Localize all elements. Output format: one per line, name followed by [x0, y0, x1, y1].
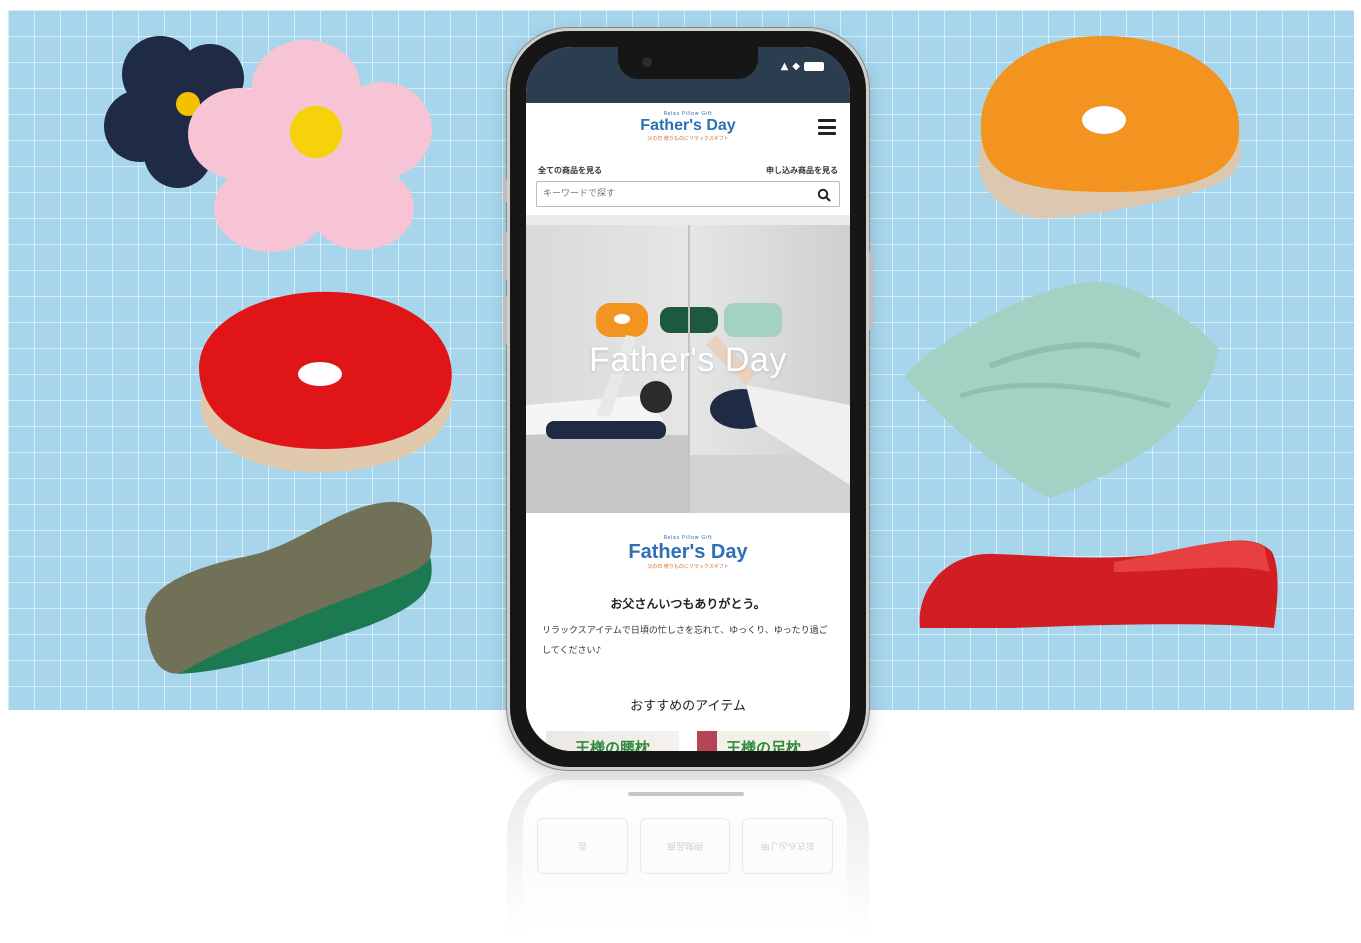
- reflection-button: 会: [537, 818, 628, 874]
- tagline: お父さんいつもありがとう。: [610, 597, 766, 611]
- section-logo-main-text: Father's Day: [628, 541, 748, 563]
- red-donut-pillow: [182, 284, 462, 480]
- search-input[interactable]: [543, 185, 793, 203]
- search-box: [536, 181, 840, 207]
- site-logo[interactable]: Relax Pillow Gift Father's Day 父の日 贈りものに…: [526, 111, 850, 142]
- front-camera: [642, 57, 652, 67]
- all-products-link[interactable]: 全ての商品を見る: [538, 165, 602, 176]
- logo-main-text: Father's Day: [640, 117, 736, 134]
- search-icon[interactable]: [817, 188, 831, 202]
- reflection-buttons: 会 商品説明 申し込み方法: [537, 818, 834, 874]
- section-logo-sub-text: 父の日 贈りものにリラックスギフト: [647, 564, 729, 570]
- product-card-leg-pillow[interactable]: 王様の足枕: [697, 731, 830, 751]
- status-icons: ▲ ◆: [781, 61, 824, 72]
- product-cards: 王様の腰枕 王様の足枕: [546, 731, 830, 751]
- mint-cushion-pillow: [900, 276, 1222, 502]
- phone-silent-switch: [503, 179, 507, 203]
- reflection-screen: 会 商品説明 申し込み方法: [523, 780, 847, 943]
- green-leg-pillow: [138, 496, 438, 680]
- body-text: リラックスアイテムで日頃の忙しさを忘れて、ゆっくり、ゆったり過ごしてください♪: [542, 626, 828, 656]
- orange-donut-pillow: [972, 32, 1248, 224]
- nav-links: 全ての商品を見る 申し込み商品を見る: [538, 165, 838, 176]
- signal-icon: ▲: [780, 61, 789, 72]
- hero-banner[interactable]: Father's Day: [526, 225, 850, 513]
- separator: [526, 215, 850, 225]
- phone-volume-down: [503, 295, 507, 345]
- section-logo: Relax Pillow Gift Father's Day 父の日 贈りものに…: [526, 535, 850, 570]
- product-label: 王様の足枕: [725, 739, 801, 751]
- phone-power-button: [869, 251, 873, 331]
- notch: [618, 47, 758, 79]
- product-label: 王様の腰枕: [574, 739, 650, 751]
- pink-flower-pillow: [186, 38, 436, 254]
- wifi-icon: ◆: [792, 61, 800, 72]
- battery-icon: [804, 62, 824, 71]
- hamburger-menu-icon[interactable]: [818, 119, 836, 135]
- phone-reflection: 会 商品説明 申し込み方法: [507, 772, 869, 943]
- site-header: Relax Pillow Gift Father's Day 父の日 贈りものに…: [526, 103, 850, 155]
- phone-frame: ▲ ◆ Relax Pillow Gift Father's Day 父の日 贈…: [503, 28, 873, 770]
- preorder-products-link[interactable]: 申し込み商品を見る: [766, 165, 838, 176]
- hero-title: Father's Day: [589, 341, 787, 379]
- phone-volume-up: [503, 231, 507, 281]
- logo-sub-text: 父の日 贈りものにリラックスギフト: [647, 136, 729, 142]
- reflection-home-bar: [628, 792, 744, 796]
- reflection-button: 商品説明: [639, 818, 731, 874]
- product-card-waist-pillow[interactable]: 王様の腰枕: [546, 731, 679, 751]
- recommend-title: おすすめのアイテム: [630, 699, 746, 714]
- reflection-button: 申し込み方法: [742, 818, 834, 874]
- phone-screen: ▲ ◆ Relax Pillow Gift Father's Day 父の日 贈…: [526, 47, 850, 751]
- red-neck-pillow: [914, 532, 1282, 636]
